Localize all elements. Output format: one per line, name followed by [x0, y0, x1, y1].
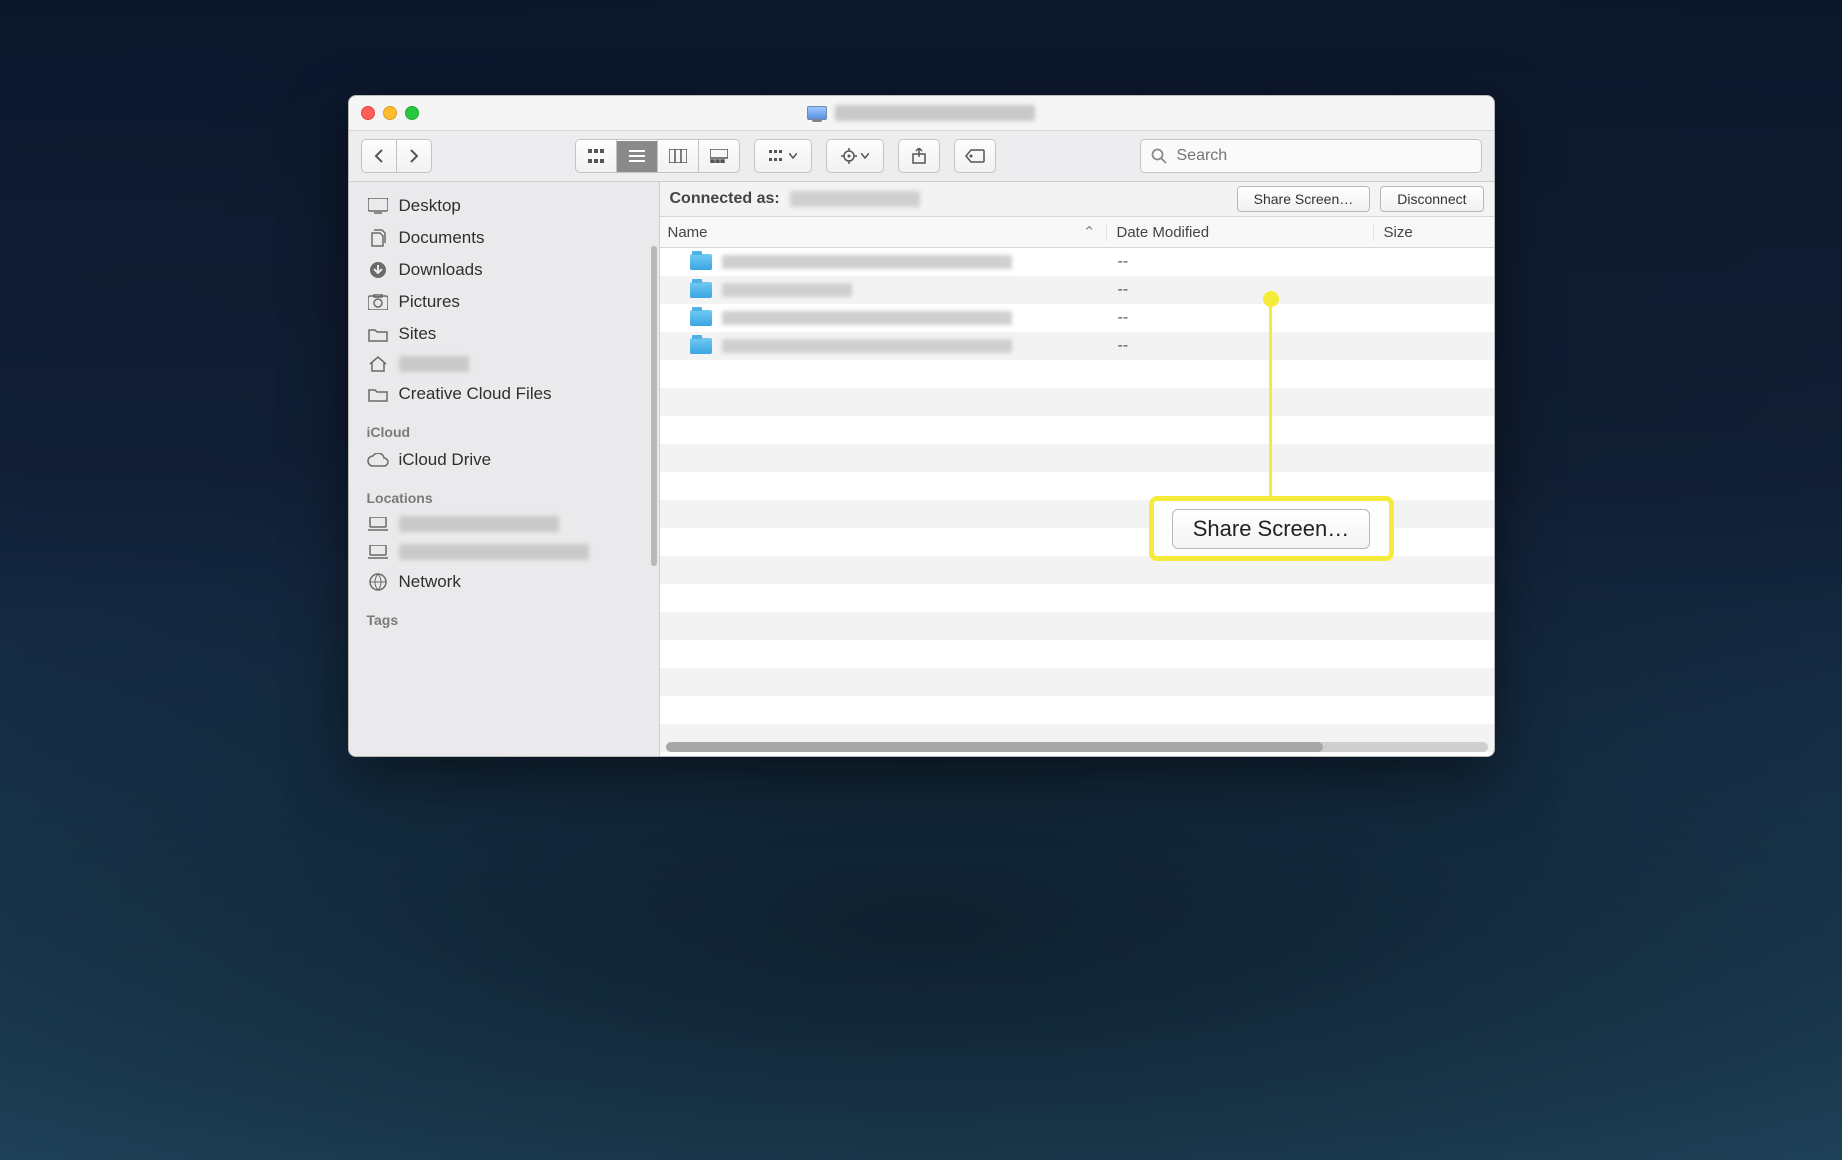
date-modified-cell: -- — [1108, 309, 1374, 327]
folder-icon — [367, 327, 389, 342]
cloud-icon — [367, 453, 389, 467]
laptop-icon — [367, 545, 389, 559]
sidebar-item-label-redacted — [399, 516, 559, 532]
computer-icon — [807, 106, 827, 120]
sidebar-section-icloud: iCloud — [349, 410, 659, 444]
desktop-icon — [367, 198, 389, 214]
sidebar-item-label: Creative Cloud Files — [399, 384, 552, 404]
shared-folder-icon — [690, 254, 712, 270]
nav-back-button[interactable] — [361, 139, 397, 173]
file-name-redacted — [722, 311, 1012, 325]
file-name-redacted — [722, 339, 1012, 353]
close-window-button[interactable] — [361, 106, 375, 120]
fullscreen-window-button[interactable] — [405, 106, 419, 120]
horizontal-scrollbar[interactable] — [666, 742, 1488, 752]
list-item[interactable]: -- — [660, 332, 1494, 360]
date-modified-cell: -- — [1108, 337, 1374, 355]
column-header-date-modified[interactable]: Date Modified — [1106, 224, 1373, 241]
nav-forward-button[interactable] — [396, 139, 432, 173]
column-headers: Name ⌃ Date Modified Size — [660, 217, 1494, 248]
annotation-callout: Share Screen… — [1149, 496, 1394, 561]
sidebar-item-documents[interactable]: Documents — [349, 222, 659, 254]
scrollbar-thumb[interactable] — [666, 742, 1324, 752]
sidebar-item-label: iCloud Drive — [399, 450, 492, 470]
sidebar-item-label: Documents — [399, 228, 485, 248]
shared-folder-icon — [690, 310, 712, 326]
sidebar-item-label: Network — [399, 572, 461, 592]
list-item[interactable]: -- — [660, 248, 1494, 276]
connection-bar: Connected as: Share Screen… Disconnect — [660, 182, 1494, 217]
window-title-redacted — [835, 105, 1035, 121]
share-screen-button[interactable]: Share Screen… — [1237, 186, 1371, 212]
sidebar-item-label: Sites — [399, 324, 437, 344]
pictures-icon — [367, 294, 389, 310]
home-icon — [367, 356, 389, 372]
shared-folder-icon — [690, 338, 712, 354]
sidebar-item-location-2[interactable] — [349, 538, 659, 566]
view-gallery-button[interactable] — [698, 139, 740, 173]
tags-button[interactable] — [954, 139, 996, 173]
sidebar-item-creative-cloud[interactable]: Creative Cloud Files — [349, 378, 659, 410]
file-name-redacted — [722, 255, 1012, 269]
sidebar[interactable]: Desktop Documents Downloads Pictures Sit… — [349, 182, 660, 756]
column-header-size[interactable]: Size — [1373, 224, 1494, 241]
column-header-name[interactable]: Name ⌃ — [660, 223, 1106, 241]
sidebar-item-label: Desktop — [399, 196, 461, 216]
globe-icon — [367, 573, 389, 591]
folder-icon — [367, 387, 389, 402]
sidebar-item-pictures[interactable]: Pictures — [349, 286, 659, 318]
sidebar-item-location-1[interactable] — [349, 510, 659, 538]
action-gear-dropdown[interactable] — [826, 139, 884, 173]
sidebar-section-tags: Tags — [349, 598, 659, 632]
toolbar — [349, 131, 1494, 182]
view-columns-button[interactable] — [657, 139, 699, 173]
sidebar-item-label: Pictures — [399, 292, 460, 312]
sidebar-item-sites[interactable]: Sites — [349, 318, 659, 350]
titlebar — [349, 96, 1494, 131]
file-name-redacted — [722, 283, 852, 297]
share-button[interactable] — [898, 139, 940, 173]
documents-icon — [367, 229, 389, 247]
group-by-dropdown[interactable] — [754, 139, 812, 173]
annotation-callout-label: Share Screen… — [1172, 509, 1371, 549]
sidebar-item-label-redacted — [399, 356, 469, 372]
search-field[interactable] — [1140, 139, 1482, 173]
sidebar-section-locations: Locations — [349, 476, 659, 510]
annotation-line — [1269, 301, 1272, 501]
sidebar-item-label-redacted — [399, 544, 589, 560]
sidebar-item-desktop[interactable]: Desktop — [349, 190, 659, 222]
view-switcher — [575, 139, 740, 173]
shared-folder-icon — [690, 282, 712, 298]
search-input[interactable] — [1175, 146, 1471, 166]
sort-ascending-icon: ⌃ — [1083, 223, 1096, 241]
sidebar-item-home[interactable] — [349, 350, 659, 378]
search-icon — [1151, 148, 1167, 164]
minimize-window-button[interactable] — [383, 106, 397, 120]
disconnect-button[interactable]: Disconnect — [1380, 186, 1483, 212]
laptop-icon — [367, 517, 389, 531]
sidebar-item-downloads[interactable]: Downloads — [349, 254, 659, 286]
list-item[interactable]: -- — [660, 276, 1494, 304]
date-modified-cell: -- — [1108, 281, 1374, 299]
downloads-icon — [367, 261, 389, 279]
view-list-button[interactable] — [616, 139, 658, 173]
date-modified-cell: -- — [1108, 253, 1374, 271]
sidebar-item-network[interactable]: Network — [349, 566, 659, 598]
list-item[interactable]: -- — [660, 304, 1494, 332]
main-pane: Connected as: Share Screen… Disconnect N… — [660, 182, 1494, 756]
connected-as-label: Connected as: — [670, 190, 780, 208]
sidebar-item-icloud-drive[interactable]: iCloud Drive — [349, 444, 659, 476]
view-icons-button[interactable] — [575, 139, 617, 173]
connected-as-value-redacted — [790, 191, 920, 207]
finder-window: Desktop Documents Downloads Pictures Sit… — [348, 95, 1495, 757]
sidebar-item-label: Downloads — [399, 260, 483, 280]
